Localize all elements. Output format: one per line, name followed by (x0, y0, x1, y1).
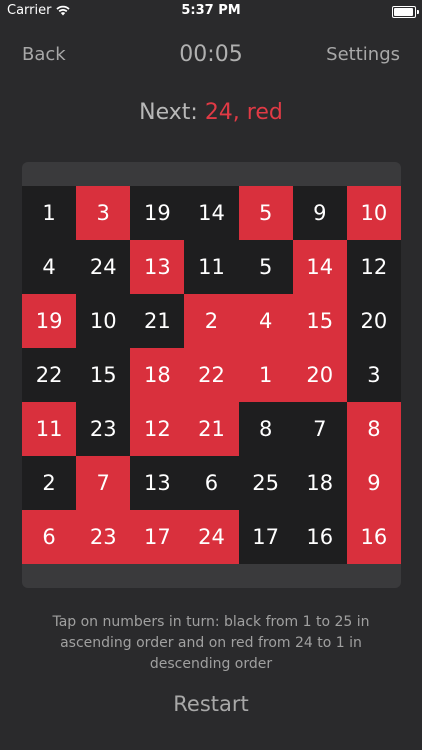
grid-cell-red[interactable]: 5 (238, 186, 293, 240)
grid-cell-red[interactable]: 23 (76, 510, 131, 564)
grid-cell-black[interactable]: 21 (130, 294, 185, 348)
grid-cell-red[interactable]: 7 (76, 456, 131, 510)
settings-button[interactable]: Settings (326, 44, 400, 65)
grid-cell-black[interactable]: 19 (130, 186, 185, 240)
grid-cell-black[interactable]: 14 (184, 186, 239, 240)
grid-cell-red[interactable]: 8 (346, 402, 401, 456)
next-label: Next: (139, 100, 198, 125)
next-target: Next: 24, red (0, 100, 422, 125)
grid-cell-red[interactable]: 18 (130, 348, 185, 402)
grid-cell-black[interactable]: 4 (22, 240, 77, 294)
grid-cell-black[interactable]: 22 (22, 348, 77, 402)
grid-cell-red[interactable]: 1 (238, 348, 293, 402)
grid-cell-red[interactable]: 13 (130, 240, 185, 294)
grid-cell-black[interactable]: 9 (292, 186, 347, 240)
grid-cell-red[interactable]: 16 (346, 510, 401, 564)
grid-cell-black[interactable]: 1 (22, 186, 77, 240)
status-bar: Carrier 5:37 PM (0, 0, 422, 22)
grid-cell-red[interactable]: 15 (292, 294, 347, 348)
grid-cell-red[interactable]: 2 (184, 294, 239, 348)
grid-cell-black[interactable]: 15 (76, 348, 131, 402)
grid-cell-red[interactable]: 17 (130, 510, 185, 564)
grid-cell-red[interactable]: 6 (22, 510, 77, 564)
grid-cell-black[interactable]: 10 (76, 294, 131, 348)
grid-cell-red[interactable]: 11 (22, 402, 77, 456)
grid-cell-black[interactable]: 6 (184, 456, 239, 510)
grid-cell-black[interactable]: 13 (130, 456, 185, 510)
grid-cell-black[interactable]: 18 (292, 456, 347, 510)
grid-cell-black[interactable]: 3 (346, 348, 401, 402)
grid-cell-red[interactable]: 24 (184, 510, 239, 564)
grid-cell-red[interactable]: 3 (76, 186, 131, 240)
grid-cell-red[interactable]: 22 (184, 348, 239, 402)
grid-cell-black[interactable]: 25 (238, 456, 293, 510)
next-value: 24, red (204, 100, 283, 125)
grid-cell-red[interactable]: 14 (292, 240, 347, 294)
grid-cell-red[interactable]: 4 (238, 294, 293, 348)
battery-icon (392, 6, 419, 18)
grid-cell-red[interactable]: 10 (346, 186, 401, 240)
grid-cell-black[interactable]: 12 (346, 240, 401, 294)
grid-cell-red[interactable]: 9 (346, 456, 401, 510)
restart-button[interactable]: Restart (0, 692, 422, 716)
grid-cell-black[interactable]: 5 (238, 240, 293, 294)
grid-cell-black[interactable]: 17 (238, 510, 293, 564)
grid-cell-red[interactable]: 20 (292, 348, 347, 402)
grid-cell-red[interactable]: 19 (22, 294, 77, 348)
grid-cell-black[interactable]: 8 (238, 402, 293, 456)
instructions-text: Tap on numbers in turn: black from 1 to … (52, 614, 370, 672)
grid-cell-black[interactable]: 20 (346, 294, 401, 348)
grid-cell-black[interactable]: 16 (292, 510, 347, 564)
number-grid: 1 3 19 14 5 9 10 4 24 13 11 5 14 12 19 10 21 2 4 15 20 22 15 18… (22, 186, 401, 564)
status-time: 5:37 PM (181, 3, 241, 18)
grid-cell-black[interactable]: 7 (292, 402, 347, 456)
grid-cell-red[interactable]: 21 (184, 402, 239, 456)
grid-cell-black[interactable]: 11 (184, 240, 239, 294)
grid-cell-black[interactable]: 2 (22, 456, 77, 510)
grid-cell-black[interactable]: 24 (76, 240, 131, 294)
game-board: 1 3 19 14 5 9 10 4 24 13 11 5 14 12 19 10 21 2 4 15 20 22 15 18… (22, 162, 401, 588)
grid-cell-black[interactable]: 23 (76, 402, 131, 456)
grid-cell-red[interactable]: 12 (130, 402, 185, 456)
